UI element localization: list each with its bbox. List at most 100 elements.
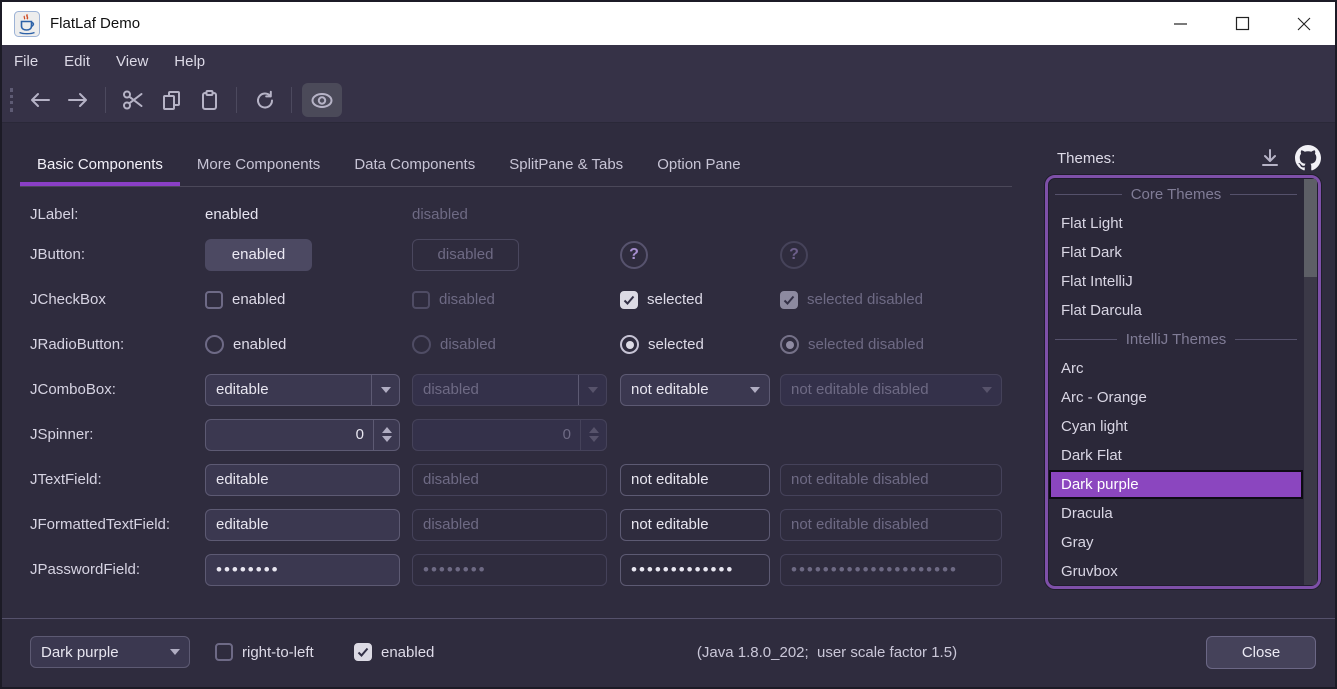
minimize-button[interactable]: [1149, 2, 1211, 45]
theme-item[interactable]: Dark Flat: [1049, 441, 1303, 470]
tab-basic-components[interactable]: Basic Components: [20, 142, 180, 186]
window-title: FlatLaf Demo: [50, 15, 140, 32]
show-hidden-toggle-button[interactable]: [302, 83, 342, 117]
window-controls: [1149, 2, 1335, 45]
theme-item[interactable]: Arc - Orange: [1049, 383, 1303, 412]
checkbox-checked-icon[interactable]: [620, 291, 638, 309]
textfield-not-editable: not editable: [620, 464, 770, 496]
theme-item[interactable]: Flat Dark: [1049, 238, 1303, 267]
combobox-arrow[interactable]: [741, 375, 769, 405]
checkbox-icon[interactable]: [215, 643, 233, 661]
themes-label: Themes:: [1045, 150, 1115, 167]
refresh-button[interactable]: [247, 83, 281, 117]
radio-icon: [412, 335, 431, 354]
checkbox-checked-icon[interactable]: [354, 643, 372, 661]
titlebar: FlatLaf Demo: [2, 2, 1335, 45]
combobox-arrow[interactable]: [371, 375, 399, 405]
spinner-enabled[interactable]: 0: [205, 419, 400, 451]
theme-item[interactable]: Arc: [1049, 354, 1303, 383]
right-to-left-checkbox[interactable]: right-to-left: [215, 643, 314, 661]
tab-data-components[interactable]: Data Components: [337, 142, 492, 186]
radio-enabled[interactable]: enabled: [205, 335, 412, 354]
download-icon[interactable]: [1259, 148, 1281, 168]
tab-splitpane-tabs[interactable]: SplitPane & Tabs: [492, 142, 640, 186]
formattedtextfield-disabled: disabled: [412, 509, 607, 541]
jlabel-enabled: enabled: [205, 206, 412, 223]
themes-scrollbar[interactable]: [1304, 179, 1317, 585]
back-arrow-icon: [28, 91, 52, 109]
maximize-button[interactable]: [1211, 2, 1273, 45]
radio-selected-icon[interactable]: [620, 335, 639, 354]
scrollbar-thumb[interactable]: [1304, 179, 1317, 277]
radio-icon[interactable]: [205, 335, 224, 354]
jcheckbox-row-label: JCheckBox: [30, 291, 205, 308]
checkbox-enabled[interactable]: enabled: [205, 291, 412, 309]
jtextfield-row-label: JTextField:: [30, 471, 205, 488]
theme-item[interactable]: Gruvbox: [1049, 557, 1303, 586]
spinner-arrows[interactable]: [373, 420, 399, 450]
close-window-button[interactable]: [1273, 2, 1335, 45]
theme-switcher-combobox[interactable]: Dark purple: [30, 636, 190, 668]
passwordfield-editable[interactable]: ••••••••: [205, 554, 400, 586]
textfield-editable[interactable]: editable: [205, 464, 400, 496]
themes-list: Core Themes Flat Light Flat Dark Flat In…: [1045, 175, 1321, 589]
minimize-icon: [1173, 16, 1188, 31]
themes-header: Themes:: [1045, 145, 1321, 171]
jradiobutton-row-label: JRadioButton:: [30, 336, 205, 353]
tab-more-components[interactable]: More Components: [180, 142, 337, 186]
eye-icon: [310, 92, 334, 109]
checkbox-icon[interactable]: [205, 291, 223, 309]
jlabel-row-label: JLabel:: [30, 206, 205, 223]
help-button[interactable]: ?: [620, 241, 648, 269]
java-app-icon: [14, 11, 40, 37]
jbutton-row-label: JButton:: [30, 246, 205, 263]
passwordfield-not-editable: •••••••••••••: [620, 554, 770, 586]
radio-disabled: disabled: [412, 335, 620, 354]
theme-group-separator: Core Themes: [1049, 180, 1303, 209]
jlabel-disabled: disabled: [412, 206, 620, 223]
theme-item[interactable]: Dracula: [1049, 499, 1303, 528]
menu-view[interactable]: View: [116, 53, 148, 70]
combobox-not-editable[interactable]: not editable: [620, 374, 770, 406]
toolbar: [2, 78, 1335, 123]
formattedtextfield-editable[interactable]: editable: [205, 509, 400, 541]
radio-selected[interactable]: selected: [620, 335, 780, 354]
menu-file[interactable]: File: [14, 53, 38, 70]
paste-icon: [199, 90, 220, 111]
theme-item[interactable]: Flat Darcula: [1049, 296, 1303, 325]
components-grid: JLabel: enabled disabled JButton: enable…: [30, 196, 1010, 592]
theme-item[interactable]: Gray: [1049, 528, 1303, 557]
copy-button[interactable]: [154, 83, 188, 117]
disabled-button: disabled: [412, 239, 519, 271]
theme-item[interactable]: Flat Light: [1049, 209, 1303, 238]
enabled-button[interactable]: enabled: [205, 239, 312, 271]
checkbox-selected[interactable]: selected: [620, 291, 780, 309]
refresh-icon: [254, 90, 275, 111]
toolbar-separator: [105, 87, 106, 113]
tab-option-pane[interactable]: Option Pane: [640, 142, 757, 186]
passwordfield-not-editable-disabled: •••••••••••••••••••••: [780, 554, 1002, 586]
theme-item[interactable]: Flat IntelliJ: [1049, 267, 1303, 296]
help-button-disabled: ?: [780, 241, 808, 269]
combobox-editable[interactable]: editable: [205, 374, 400, 406]
paste-button[interactable]: [192, 83, 226, 117]
theme-item[interactable]: Cyan light: [1049, 412, 1303, 441]
toolbar-separator: [236, 87, 237, 113]
checkbox-icon: [412, 291, 430, 309]
menu-help[interactable]: Help: [174, 53, 205, 70]
spinner-arrows: [580, 420, 606, 450]
radio-selected-disabled: selected disabled: [780, 335, 1010, 354]
github-icon[interactable]: [1295, 145, 1321, 171]
forward-button[interactable]: [61, 83, 95, 117]
toolbar-grip[interactable]: [10, 88, 13, 112]
formattedtextfield-not-editable: not editable: [620, 509, 770, 541]
enabled-checkbox[interactable]: enabled: [354, 643, 434, 661]
menu-edit[interactable]: Edit: [64, 53, 90, 70]
close-button[interactable]: Close: [1206, 636, 1316, 669]
combobox-arrow[interactable]: [161, 637, 189, 667]
toolbar-separator: [291, 87, 292, 113]
theme-item-selected[interactable]: Dark purple: [1049, 470, 1303, 499]
back-button[interactable]: [23, 83, 57, 117]
cut-button[interactable]: [116, 83, 150, 117]
textfield-disabled: disabled: [412, 464, 607, 496]
